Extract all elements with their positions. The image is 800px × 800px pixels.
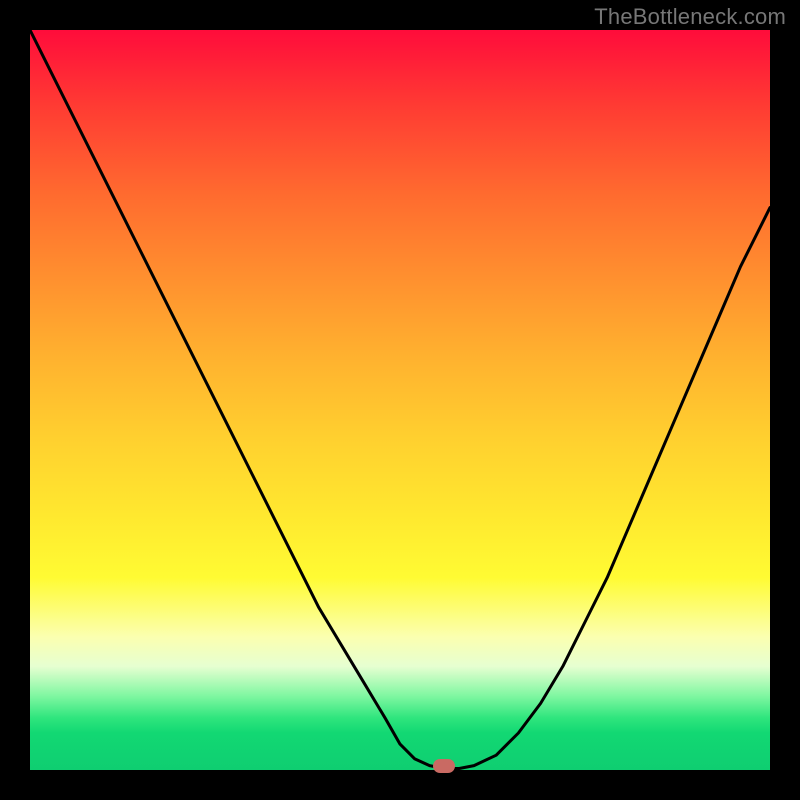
curve-svg	[30, 30, 770, 770]
chart-frame: TheBottleneck.com	[0, 0, 800, 800]
bottleneck-curve	[30, 30, 770, 769]
plot-area	[30, 30, 770, 770]
bottleneck-marker	[433, 759, 455, 773]
watermark-text: TheBottleneck.com	[594, 4, 786, 30]
